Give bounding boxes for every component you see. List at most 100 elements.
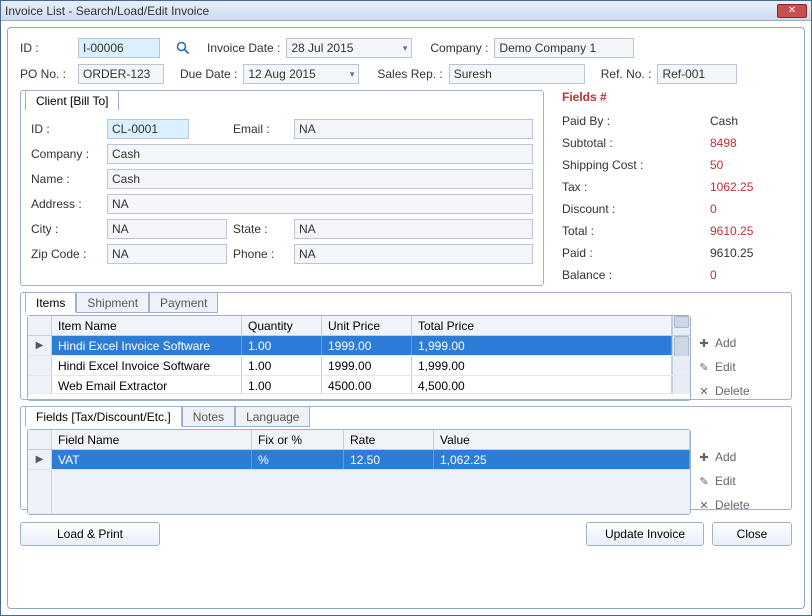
tab-payment[interactable]: Payment xyxy=(149,292,218,313)
balance-value: 0 xyxy=(710,268,790,282)
client-phone-input[interactable] xyxy=(294,244,533,264)
delete-item-button[interactable]: ✕Delete xyxy=(697,381,785,401)
client-city-input[interactable] xyxy=(107,219,227,239)
paid-value: 9610.25 xyxy=(710,246,790,260)
fields-group: Fields [Tax/Discount/Etc.] Notes Languag… xyxy=(20,406,792,510)
col-quantity: Quantity xyxy=(242,316,322,335)
titlebar: Invoice List - Search/Load/Edit Invoice … xyxy=(1,1,811,21)
invoice-date-value: 28 Jul 2015 xyxy=(291,41,353,55)
client-email-label: Email : xyxy=(233,122,288,136)
x-icon: ✕ xyxy=(697,499,711,512)
paid-label: Paid : xyxy=(562,246,593,260)
table-row[interactable]: ▶ VAT % 12.50 1,062.25 xyxy=(28,450,690,470)
refno-input[interactable] xyxy=(657,64,737,84)
client-name-input[interactable] xyxy=(107,169,533,189)
paidby-value: Cash xyxy=(710,114,790,128)
paidby-label: Paid By : xyxy=(562,114,610,128)
client-name-label: Name : xyxy=(31,172,101,186)
update-invoice-button[interactable]: Update Invoice xyxy=(586,522,704,546)
col-item-name: Item Name xyxy=(52,316,242,335)
client-state-label: State : xyxy=(233,222,288,236)
load-print-button[interactable]: Load & Print xyxy=(20,522,160,546)
plus-icon: ✚ xyxy=(697,337,711,350)
client-id-label: ID : xyxy=(31,122,101,136)
tab-language[interactable]: Language xyxy=(235,406,310,427)
header-row-2: PO No. : Due Date : 12 Aug 2015 ▾ Sales … xyxy=(20,64,792,84)
x-icon: ✕ xyxy=(697,385,711,398)
table-row[interactable]: ▶ Hindi Excel Invoice Software 1.00 1999… xyxy=(28,336,690,356)
company-input[interactable] xyxy=(494,38,634,58)
delete-field-button[interactable]: ✕Delete xyxy=(697,495,785,515)
salesrep-label: Sales Rep. : xyxy=(377,67,442,81)
discount-label: Discount : xyxy=(562,202,615,216)
pono-label: PO No. : xyxy=(20,67,72,81)
items-table[interactable]: Item Name Quantity Unit Price Total Pric… xyxy=(27,315,691,401)
add-item-button[interactable]: ✚Add xyxy=(697,333,785,353)
edit-field-button[interactable]: ✎Edit xyxy=(697,471,785,491)
app-window: Invoice List - Search/Load/Edit Invoice … xyxy=(0,0,812,616)
invoice-date-label: Invoice Date : xyxy=(207,41,280,55)
client-city-label: City : xyxy=(31,222,101,236)
tab-items[interactable]: Items xyxy=(25,292,76,313)
window-title: Invoice List - Search/Load/Edit Invoice xyxy=(5,4,209,18)
row-indicator-icon: ▶ xyxy=(28,336,52,355)
client-group: Client [Bill To] ID : Email : Company : … xyxy=(20,90,544,286)
fields-heading: Fields # xyxy=(562,90,790,104)
subtotal-label: Subtotal : xyxy=(562,136,613,150)
tab-client-billto[interactable]: Client [Bill To] xyxy=(25,90,119,111)
client-phone-label: Phone : xyxy=(233,247,288,261)
table-row[interactable]: Hindi Excel Invoice Software 1.00 1999.0… xyxy=(28,356,690,376)
close-icon[interactable]: ✕ xyxy=(777,4,807,18)
tax-label: Tax : xyxy=(562,180,587,194)
tax-value: 1062.25 xyxy=(710,180,790,194)
col-value: Value xyxy=(434,430,690,449)
salesrep-input[interactable] xyxy=(449,64,585,84)
total-value: 9610.25 xyxy=(710,224,790,238)
col-total-price: Total Price xyxy=(412,316,672,335)
balance-label: Balance : xyxy=(562,268,612,282)
discount-value: 0 xyxy=(710,202,790,216)
col-rate: Rate xyxy=(344,430,434,449)
due-date-value: 12 Aug 2015 xyxy=(248,67,315,81)
shipping-label: Shipping Cost : xyxy=(562,158,643,172)
chevron-down-icon: ▾ xyxy=(350,69,355,80)
chevron-down-icon: ▾ xyxy=(403,43,408,54)
tab-fields[interactable]: Fields [Tax/Discount/Etc.] xyxy=(25,406,182,427)
due-date-picker[interactable]: 12 Aug 2015 ▾ xyxy=(243,64,359,84)
refno-label: Ref. No. : xyxy=(601,67,652,81)
invoice-id-input[interactable] xyxy=(78,38,160,58)
invoice-date-picker[interactable]: 28 Jul 2015 ▾ xyxy=(286,38,412,58)
fields-table[interactable]: Field Name Fix or % Rate Value ▶ VAT % 1… xyxy=(27,429,691,515)
add-field-button[interactable]: ✚Add xyxy=(697,447,785,467)
subtotal-value: 8498 xyxy=(710,136,790,150)
edit-item-button[interactable]: ✎Edit xyxy=(697,357,785,377)
client-id-input[interactable] xyxy=(107,119,189,139)
client-address-input[interactable] xyxy=(107,194,533,214)
client-company-label: Company : xyxy=(31,147,101,161)
col-fix-or-pct: Fix or % xyxy=(252,430,344,449)
fields-summary: Fields # Paid By : Cash Subtotal : 8498 Sh… xyxy=(552,90,792,286)
tab-notes[interactable]: Notes xyxy=(182,406,235,427)
pono-input[interactable] xyxy=(78,64,164,84)
search-icon[interactable] xyxy=(173,38,193,58)
client-address-label: Address : xyxy=(31,197,101,211)
items-group: Items Shipment Payment Item Name Quantit… xyxy=(20,292,792,400)
col-unit-price: Unit Price xyxy=(322,316,412,335)
client-state-input[interactable] xyxy=(294,219,533,239)
client-zip-label: Zip Code : xyxy=(31,247,101,261)
client-email-input[interactable] xyxy=(294,119,533,139)
col-field-name: Field Name xyxy=(52,430,252,449)
total-label: Total : xyxy=(562,224,594,238)
client-zip-input[interactable] xyxy=(107,244,227,264)
table-row[interactable]: Web Email Extractor 1.00 4500.00 4,500.0… xyxy=(28,376,690,394)
row-indicator-icon: ▶ xyxy=(28,450,52,469)
client-company-input[interactable] xyxy=(107,144,533,164)
close-button[interactable]: Close xyxy=(712,522,792,546)
tab-shipment[interactable]: Shipment xyxy=(76,292,149,313)
plus-icon: ✚ xyxy=(697,451,711,464)
shipping-value: 50 xyxy=(710,158,790,172)
duedate-label: Due Date : xyxy=(180,67,237,81)
table-row xyxy=(28,470,690,514)
header-row-1: ID : Invoice Date : 28 Jul 2015 ▾ Compan… xyxy=(20,38,792,58)
id-label: ID : xyxy=(20,41,72,55)
